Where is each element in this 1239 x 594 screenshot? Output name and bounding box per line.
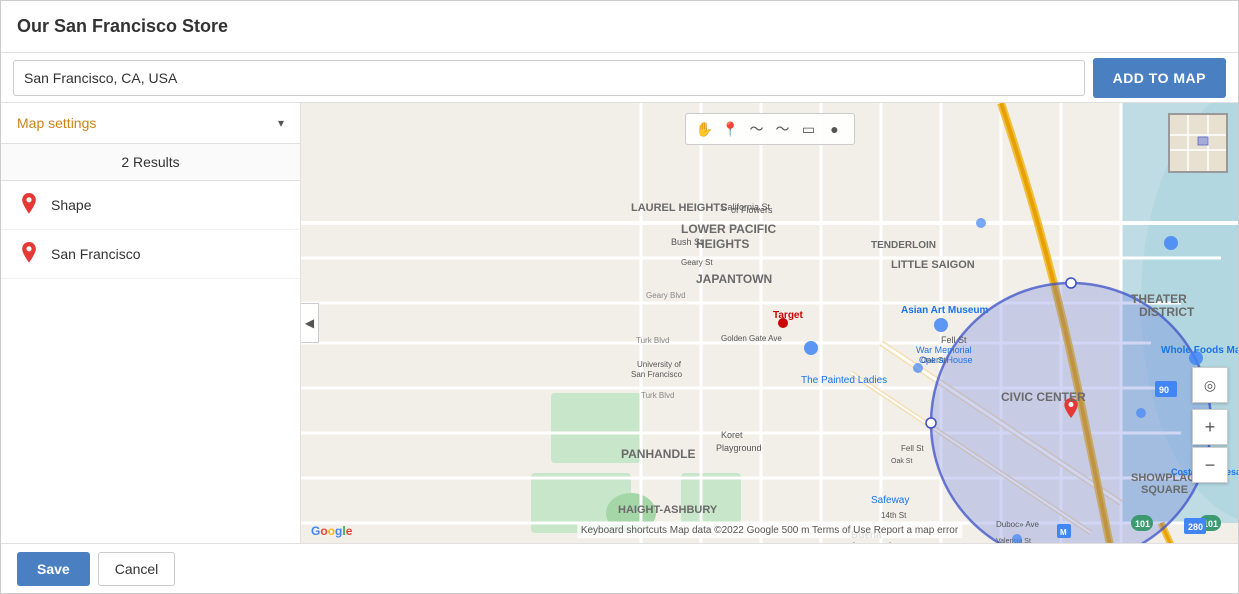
result-item-shape-label: Shape — [51, 197, 91, 213]
save-button[interactable]: Save — [17, 552, 90, 586]
list-item[interactable]: Shape — [1, 181, 300, 230]
title-bar: Our San Francisco Store — [1, 1, 1238, 53]
svg-text:Duboc» Ave: Duboc» Ave — [996, 520, 1040, 529]
svg-text:LITTLE SAIGON: LITTLE SAIGON — [891, 259, 975, 271]
svg-text:101: 101 — [1135, 519, 1150, 529]
map-controls: ◎ + − — [1192, 367, 1228, 483]
svg-text:JAPANTOWN: JAPANTOWN — [696, 272, 772, 286]
svg-text:Safeway: Safeway — [871, 495, 909, 506]
svg-text:SQUARE: SQUARE — [1141, 484, 1188, 496]
cancel-button[interactable]: Cancel — [98, 552, 176, 586]
svg-text:Turk Blvd: Turk Blvd — [636, 336, 670, 345]
pin-icon — [17, 193, 41, 217]
svg-text:Vista Park: Vista Park — [846, 542, 895, 543]
svg-text:14th St: 14th St — [881, 511, 907, 520]
svg-text:Fell St: Fell St — [901, 444, 924, 453]
svg-text:Target: Target — [773, 310, 803, 321]
map-settings-row[interactable]: Map settings ▾ — [1, 103, 300, 144]
sidebar: Map settings ▾ 2 Results Shape San Franc… — [1, 103, 301, 543]
list-item[interactable]: San Francisco — [1, 230, 300, 279]
svg-text:University of: University of — [637, 360, 682, 369]
rectangle-tool-icon[interactable]: ▭ — [798, 118, 820, 140]
map-thumbnail[interactable] — [1168, 113, 1228, 173]
map-background: California St Bush St Geary St Golden Ga… — [301, 103, 1238, 543]
svg-text:TENDERLOIN: TENDERLOIN — [871, 240, 936, 251]
svg-text:Opera House: Opera House — [919, 355, 973, 365]
svg-text:Golden Gate Ave: Golden Gate Ave — [721, 334, 782, 343]
svg-text:Asian Art Museum: Asian Art Museum — [901, 305, 989, 316]
svg-text:280: 280 — [1188, 522, 1203, 532]
pin-tool-icon[interactable]: 📍 — [720, 118, 742, 140]
svg-text:HEIGHTS: HEIGHTS — [696, 237, 749, 251]
location-button[interactable]: ◎ — [1192, 367, 1228, 403]
add-to-map-button[interactable]: ADD TO MAP — [1093, 58, 1226, 98]
search-bar: ADD TO MAP — [1, 53, 1238, 103]
svg-text:LOWER PACIFIC: LOWER PACIFIC — [681, 222, 776, 236]
svg-text:Fell St: Fell St — [941, 335, 967, 345]
circle-tool-icon[interactable]: ● — [824, 118, 846, 140]
svg-text:The Painted Ladies: The Painted Ladies — [801, 375, 887, 386]
bottom-bar: Save Cancel — [1, 543, 1238, 593]
svg-text:PANHANDLE: PANHANDLE — [621, 447, 695, 461]
svg-text:of Flowers: of Flowers — [731, 205, 773, 215]
results-count: 2 Results — [1, 144, 300, 181]
pin-icon — [17, 242, 41, 266]
svg-text:Geary Blvd: Geary Blvd — [646, 291, 686, 300]
map-settings-label: Map settings — [17, 115, 96, 131]
map-toolbar: ✋ 📍 〜 〜 ▭ ● — [685, 113, 855, 145]
app-container: Our San Francisco Store ADD TO MAP Map s… — [0, 0, 1239, 594]
map-attribution: Keyboard shortcuts Map data ©2022 Google… — [577, 523, 962, 538]
svg-text:DISTRICT: DISTRICT — [1139, 305, 1195, 319]
svg-text:War Memorial: War Memorial — [916, 345, 972, 355]
line-tool-icon[interactable]: 〜 — [772, 118, 794, 140]
svg-text:San Francisco: San Francisco — [631, 370, 683, 379]
svg-text:Playground: Playground — [716, 443, 762, 453]
svg-text:Koret: Koret — [721, 430, 743, 440]
zoom-out-button[interactable]: − — [1192, 447, 1228, 483]
svg-text:Whole Foods Market: Whole Foods Market — [1161, 345, 1238, 356]
svg-text:THEATER: THEATER — [1131, 292, 1187, 306]
result-item-sf-label: San Francisco — [51, 246, 140, 262]
svg-text:M: M — [1060, 528, 1067, 537]
google-logo: Google — [311, 524, 352, 538]
svg-text:Turk Blvd: Turk Blvd — [641, 391, 675, 400]
zoom-in-button[interactable]: + — [1192, 409, 1228, 445]
svg-text:Geary St: Geary St — [681, 258, 713, 267]
hand-tool-icon[interactable]: ✋ — [694, 118, 716, 140]
svg-text:LAUREL HEIGHTS: LAUREL HEIGHTS — [631, 202, 727, 214]
page-title: Our San Francisco Store — [17, 16, 228, 37]
search-input[interactable] — [13, 60, 1085, 96]
svg-text:CIVIC CENTER: CIVIC CENTER — [1001, 390, 1086, 404]
polyline-tool-icon[interactable]: 〜 — [746, 118, 768, 140]
chevron-down-icon: ▾ — [278, 116, 284, 130]
sidebar-collapse-arrow[interactable]: ◀ — [301, 303, 319, 343]
svg-text:Oak St: Oak St — [891, 458, 912, 465]
map-area[interactable]: California St Bush St Geary St Golden Ga… — [301, 103, 1238, 543]
svg-text:HAIGHT-ASHBURY: HAIGHT-ASHBURY — [618, 504, 718, 516]
main-content: Map settings ▾ 2 Results Shape San Franc… — [1, 103, 1238, 543]
svg-text:90: 90 — [1159, 385, 1169, 395]
